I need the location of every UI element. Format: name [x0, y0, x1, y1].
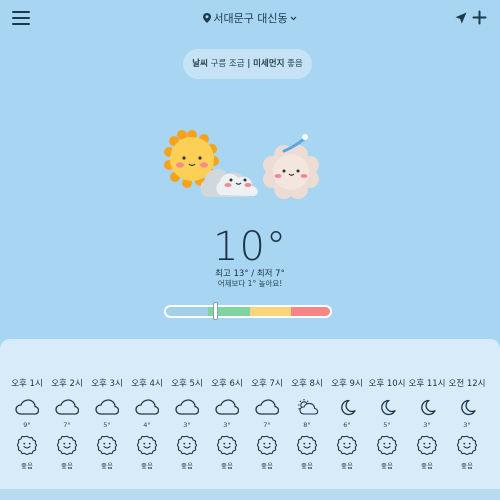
- hour-air-quality: 좋음: [341, 462, 353, 470]
- cloud-icon: [215, 399, 239, 415]
- hour-air-quality: 좋음: [181, 462, 193, 470]
- hour-time: 오후 4시: [131, 379, 163, 389]
- top-bar: 서대문구 대신동: [0, 0, 500, 38]
- smiley-face-icon: [256, 435, 278, 456]
- scale-segment-bad: [250, 307, 291, 316]
- hourly-item: 오후 9시 6° 좋음: [327, 377, 367, 487]
- scale-segment-good: [166, 307, 208, 316]
- hour-temperature: 3°: [223, 421, 231, 429]
- fluffy-cloud-character: [263, 134, 319, 199]
- hourly-item: 오후 3시 5° 좋음: [87, 377, 127, 487]
- hour-air-quality: 좋음: [261, 462, 273, 470]
- smiley-face-icon: [216, 435, 238, 456]
- bottom-strip: [0, 489, 500, 500]
- hourly-forecast-panel[interactable]: 오후 1시 9° 좋음 오후 2시 7° 좋음 오후 3시 5° 좋음 오후 4시 4° 좋음 오후 5…: [0, 339, 500, 500]
- hourly-item: 오후 2시 7° 좋음: [47, 377, 87, 487]
- cloud-icon: [255, 399, 279, 415]
- moon-icon: [381, 399, 396, 416]
- smiley-face-icon: [136, 435, 158, 456]
- hourly-item: 오후 11시 3° 좋음: [407, 377, 447, 487]
- air-quality-marker: [213, 302, 218, 320]
- hour-air-quality: 좋음: [21, 462, 33, 470]
- hour-time: 오후 9시: [331, 379, 363, 389]
- hour-air-quality: 좋음: [381, 462, 393, 470]
- cloud-icon: [175, 399, 199, 415]
- cloud-icon: [95, 399, 119, 415]
- smiley-face-icon: [456, 435, 478, 456]
- cloud-icon: [55, 399, 79, 415]
- grey-cloud-character: [200, 169, 258, 197]
- hour-temperature: 7°: [63, 421, 71, 429]
- scale-segment-very-bad: [291, 307, 330, 316]
- weather-value: 구름 조금: [210, 59, 245, 69]
- hour-temperature: 5°: [383, 421, 391, 429]
- weather-illustration: [164, 130, 319, 199]
- hour-temperature: 5°: [103, 421, 111, 429]
- smiley-face-icon: [376, 435, 398, 456]
- smiley-face-icon: [56, 435, 78, 456]
- cloud-icon: [135, 399, 159, 415]
- smiley-face-icon: [336, 435, 358, 456]
- location-name: 서대문구 대신동: [213, 12, 288, 25]
- smiley-face-icon: [416, 435, 438, 456]
- hourly-item: 오후 7시 7° 좋음: [247, 377, 287, 487]
- hourly-item: 오후 8시 8° 좋음: [287, 377, 327, 487]
- location-selector[interactable]: 서대문구 대신동: [0, 10, 500, 26]
- hour-time: 오후 6시: [211, 379, 243, 389]
- hour-temperature: 8°: [303, 421, 311, 429]
- moon-icon: [341, 399, 356, 416]
- hour-air-quality: 좋음: [221, 462, 233, 470]
- current-temperature: 10°: [213, 224, 287, 270]
- moon-icon: [461, 399, 476, 416]
- smiley-face-icon: [176, 435, 198, 456]
- hour-temperature: 9°: [23, 421, 31, 429]
- smiley-face-icon: [16, 435, 38, 456]
- hour-temperature: 7°: [263, 421, 271, 429]
- hourly-forecast-list: 오후 1시 9° 좋음 오후 2시 7° 좋음 오후 3시 5° 좋음 오후 4시 4° 좋음 오후 5…: [7, 377, 487, 487]
- hourly-item: 오전 12시 3° 좋음: [447, 377, 487, 487]
- hour-time: 오후 10시: [368, 379, 406, 389]
- hour-time: 오후 11시: [408, 379, 446, 389]
- hour-air-quality: 좋음: [421, 462, 433, 470]
- chevron-down-icon: [290, 16, 297, 21]
- sun-cloud-icon: [298, 399, 319, 415]
- hour-air-quality: 좋음: [301, 462, 313, 470]
- hour-air-quality: 좋음: [61, 462, 73, 470]
- hour-temperature: 4°: [143, 421, 151, 429]
- hour-time: 오후 8시: [291, 379, 323, 389]
- hour-temperature: 3°: [423, 421, 431, 429]
- weather-summary-pill: 날씨 구름 조금 | 미세먼지 좋음: [183, 49, 312, 79]
- air-quality-scale: [164, 305, 332, 318]
- hourly-item: 오후 1시 9° 좋음: [7, 377, 47, 487]
- location-arrow-icon[interactable]: [455, 12, 467, 24]
- hourly-item: 오후 4시 4° 좋음: [127, 377, 167, 487]
- plus-icon[interactable]: [472, 10, 487, 25]
- hourly-item: 오후 5시 3° 좋음: [167, 377, 207, 487]
- hour-temperature: 3°: [463, 421, 471, 429]
- hour-air-quality: 좋음: [461, 462, 473, 470]
- hour-air-quality: 좋음: [101, 462, 113, 470]
- hourly-item: 오후 10시 5° 좋음: [367, 377, 407, 487]
- dust-label: 미세먼지: [253, 59, 285, 69]
- hour-time: 오후 7시: [251, 379, 283, 389]
- hour-temperature: 6°: [343, 421, 351, 429]
- hourly-item: 오후 6시 3° 좋음: [207, 377, 247, 487]
- hour-air-quality: 좋음: [141, 462, 153, 470]
- smiley-face-icon: [96, 435, 118, 456]
- hour-time: 오전 12시: [448, 379, 486, 389]
- hour-time: 오후 5시: [171, 379, 203, 389]
- hour-time: 오후 3시: [91, 379, 123, 389]
- moon-icon: [421, 399, 436, 416]
- summary-separator: |: [247, 59, 251, 69]
- cloud-icon: [15, 399, 39, 415]
- hour-temperature: 3°: [183, 421, 191, 429]
- dust-value: 좋음: [287, 59, 303, 69]
- smiley-face-icon: [296, 435, 318, 456]
- weather-label: 날씨: [192, 59, 208, 69]
- hour-time: 오후 1시: [11, 379, 43, 389]
- map-pin-icon: [203, 13, 212, 23]
- hour-time: 오후 2시: [51, 379, 83, 389]
- yesterday-comparison: 어제보다 1° 높아요!: [217, 279, 283, 288]
